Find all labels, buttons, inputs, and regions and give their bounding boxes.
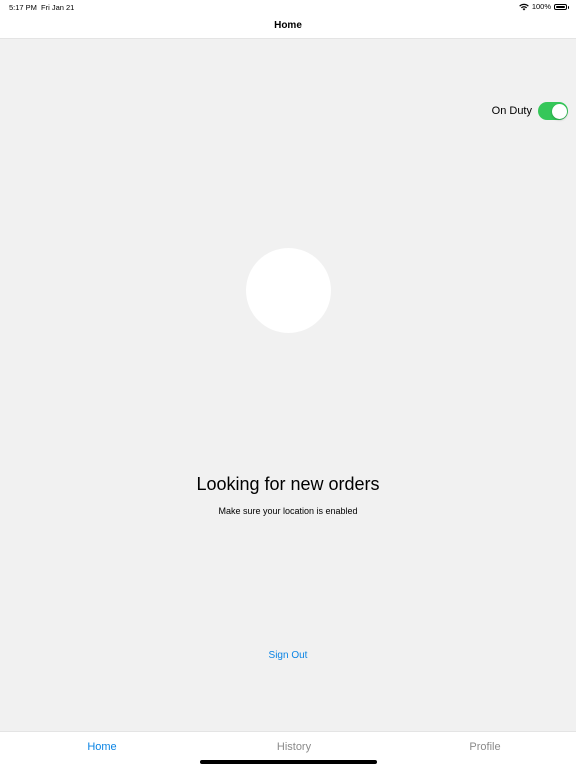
status-bar: 5:17 PM Fri Jan 21 100% [0,0,576,14]
wifi-icon [519,3,529,10]
status-date: Fri Jan 21 [41,3,75,12]
battery-icon [554,3,569,10]
duty-label: On Duty [491,105,532,117]
tab-history[interactable]: History [198,741,390,753]
status-indicators: 100% [519,2,569,11]
battery-percentage: 100% [531,2,551,11]
tab-profile[interactable]: Profile [389,741,576,753]
sign-out-button[interactable]: Sign Out [0,650,576,661]
toggle-knob [551,103,567,119]
tab-home[interactable]: Home [6,741,198,753]
status-time: 5:17 PM [9,3,37,12]
navigation-bar: Home [0,14,576,39]
on-duty-toggle[interactable] [538,102,568,120]
duty-status: On Duty [492,102,568,120]
page-title: Home [274,20,302,31]
searching-indicator [246,248,331,333]
status-subheading: Make sure your location is enabled [218,506,358,516]
status-heading: Looking for new orders [196,474,380,494]
home-indicator [200,760,377,764]
